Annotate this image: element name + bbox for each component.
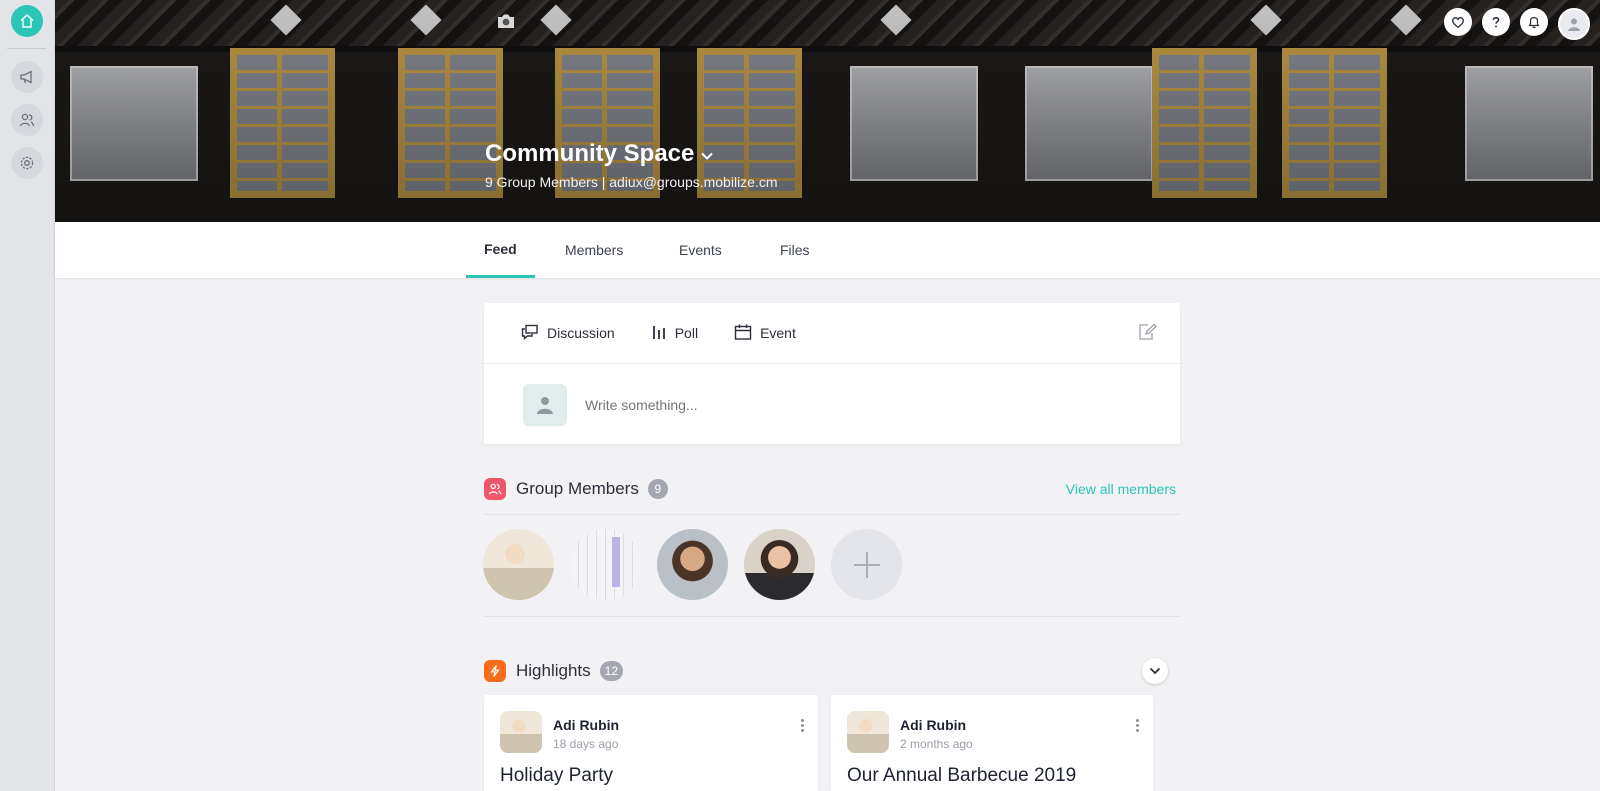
highlights-header: Highlights 12 <box>484 658 1180 684</box>
group-title-dropdown[interactable]: Community Space <box>485 140 778 168</box>
tab-events[interactable]: Events <box>661 222 740 278</box>
card-time: 2 months ago <box>900 737 973 751</box>
member-avatar[interactable] <box>483 529 554 600</box>
discussion-label: Discussion <box>547 325 615 341</box>
event-label: Event <box>760 325 796 341</box>
users-icon[interactable] <box>11 104 43 136</box>
collapse-highlights-button[interactable] <box>1142 658 1168 684</box>
member-avatar[interactable] <box>744 529 815 600</box>
poll-button[interactable]: Poll <box>651 323 698 344</box>
tab-feed[interactable]: Feed <box>466 222 535 278</box>
poll-icon <box>651 323 667 344</box>
poll-label: Poll <box>674 325 699 341</box>
gear-icon[interactable] <box>11 147 43 179</box>
avatar <box>847 711 889 753</box>
group-members-header: Group Members 9 View all members <box>484 478 1180 500</box>
cover-shade <box>55 0 1600 222</box>
more-options-icon[interactable] <box>1136 719 1139 732</box>
discussion-icon <box>521 324 539 343</box>
card-title[interactable]: Holiday Party <box>500 765 613 787</box>
write-something-input[interactable] <box>585 397 1085 413</box>
divider <box>484 616 1180 617</box>
member-avatar[interactable] <box>570 529 641 600</box>
megaphone-icon[interactable] <box>11 61 43 93</box>
group-members-icon <box>484 478 506 500</box>
rail-divider <box>7 48 46 49</box>
tab-bar: Feed Members Events Files <box>55 222 1600 278</box>
calendar-icon <box>734 323 752 344</box>
group-title: Community Space <box>485 140 695 167</box>
highlight-card[interactable]: Adi Rubin 18 days ago Holiday Party <box>484 695 818 791</box>
view-all-members-link[interactable]: View all members <box>1066 481 1176 497</box>
chevron-down-icon <box>1149 667 1161 675</box>
avatar <box>500 711 542 753</box>
write-row <box>523 384 1085 426</box>
card-time: 18 days ago <box>553 737 619 751</box>
bell-icon[interactable] <box>1520 8 1548 36</box>
highlight-card[interactable]: Adi Rubin 2 months ago Our Annual Barbec… <box>831 695 1153 791</box>
tab-members[interactable]: Members <box>547 222 641 278</box>
more-options-icon[interactable] <box>801 719 804 732</box>
group-subtitle: 9 Group Members | adiux@groups.mobilize.… <box>485 174 778 190</box>
card-author[interactable]: Adi Rubin <box>900 717 966 733</box>
add-member-button[interactable] <box>831 529 902 600</box>
camera-icon[interactable] <box>495 12 517 35</box>
avatar <box>523 384 567 426</box>
card-author[interactable]: Adi Rubin <box>553 717 619 733</box>
group-header: Community Space 9 Group Members | adiux@… <box>485 140 778 190</box>
post-composer: Discussion Poll Event <box>484 303 1180 444</box>
home-icon[interactable] <box>11 5 43 37</box>
user-avatar[interactable] <box>1558 8 1590 40</box>
member-avatar[interactable] <box>657 529 728 600</box>
cover-image: Community Space 9 Group Members | adiux@… <box>55 0 1600 222</box>
card-title[interactable]: Our Annual Barbecue 2019 <box>847 765 1076 787</box>
lightning-icon <box>484 660 506 682</box>
discussion-button[interactable]: Discussion <box>521 324 615 343</box>
chevron-down-icon[interactable] <box>700 140 714 168</box>
event-button[interactable]: Event <box>734 323 796 344</box>
heart-icon[interactable] <box>1444 8 1472 36</box>
help-icon[interactable] <box>1482 8 1510 36</box>
divider <box>484 514 1180 515</box>
members-count-badge: 9 <box>647 479 668 499</box>
group-members-title: Group Members <box>516 479 639 498</box>
highlights-count-badge: 12 <box>599 661 624 681</box>
post-type-bar: Discussion Poll Event <box>484 303 1180 364</box>
top-icons <box>1444 8 1600 40</box>
plus-icon <box>853 551 880 578</box>
highlights-title: Highlights <box>516 661 591 680</box>
left-rail <box>0 0 55 791</box>
tab-files[interactable]: Files <box>762 222 828 278</box>
member-avatars <box>483 529 902 600</box>
compose-icon[interactable] <box>1138 323 1158 346</box>
